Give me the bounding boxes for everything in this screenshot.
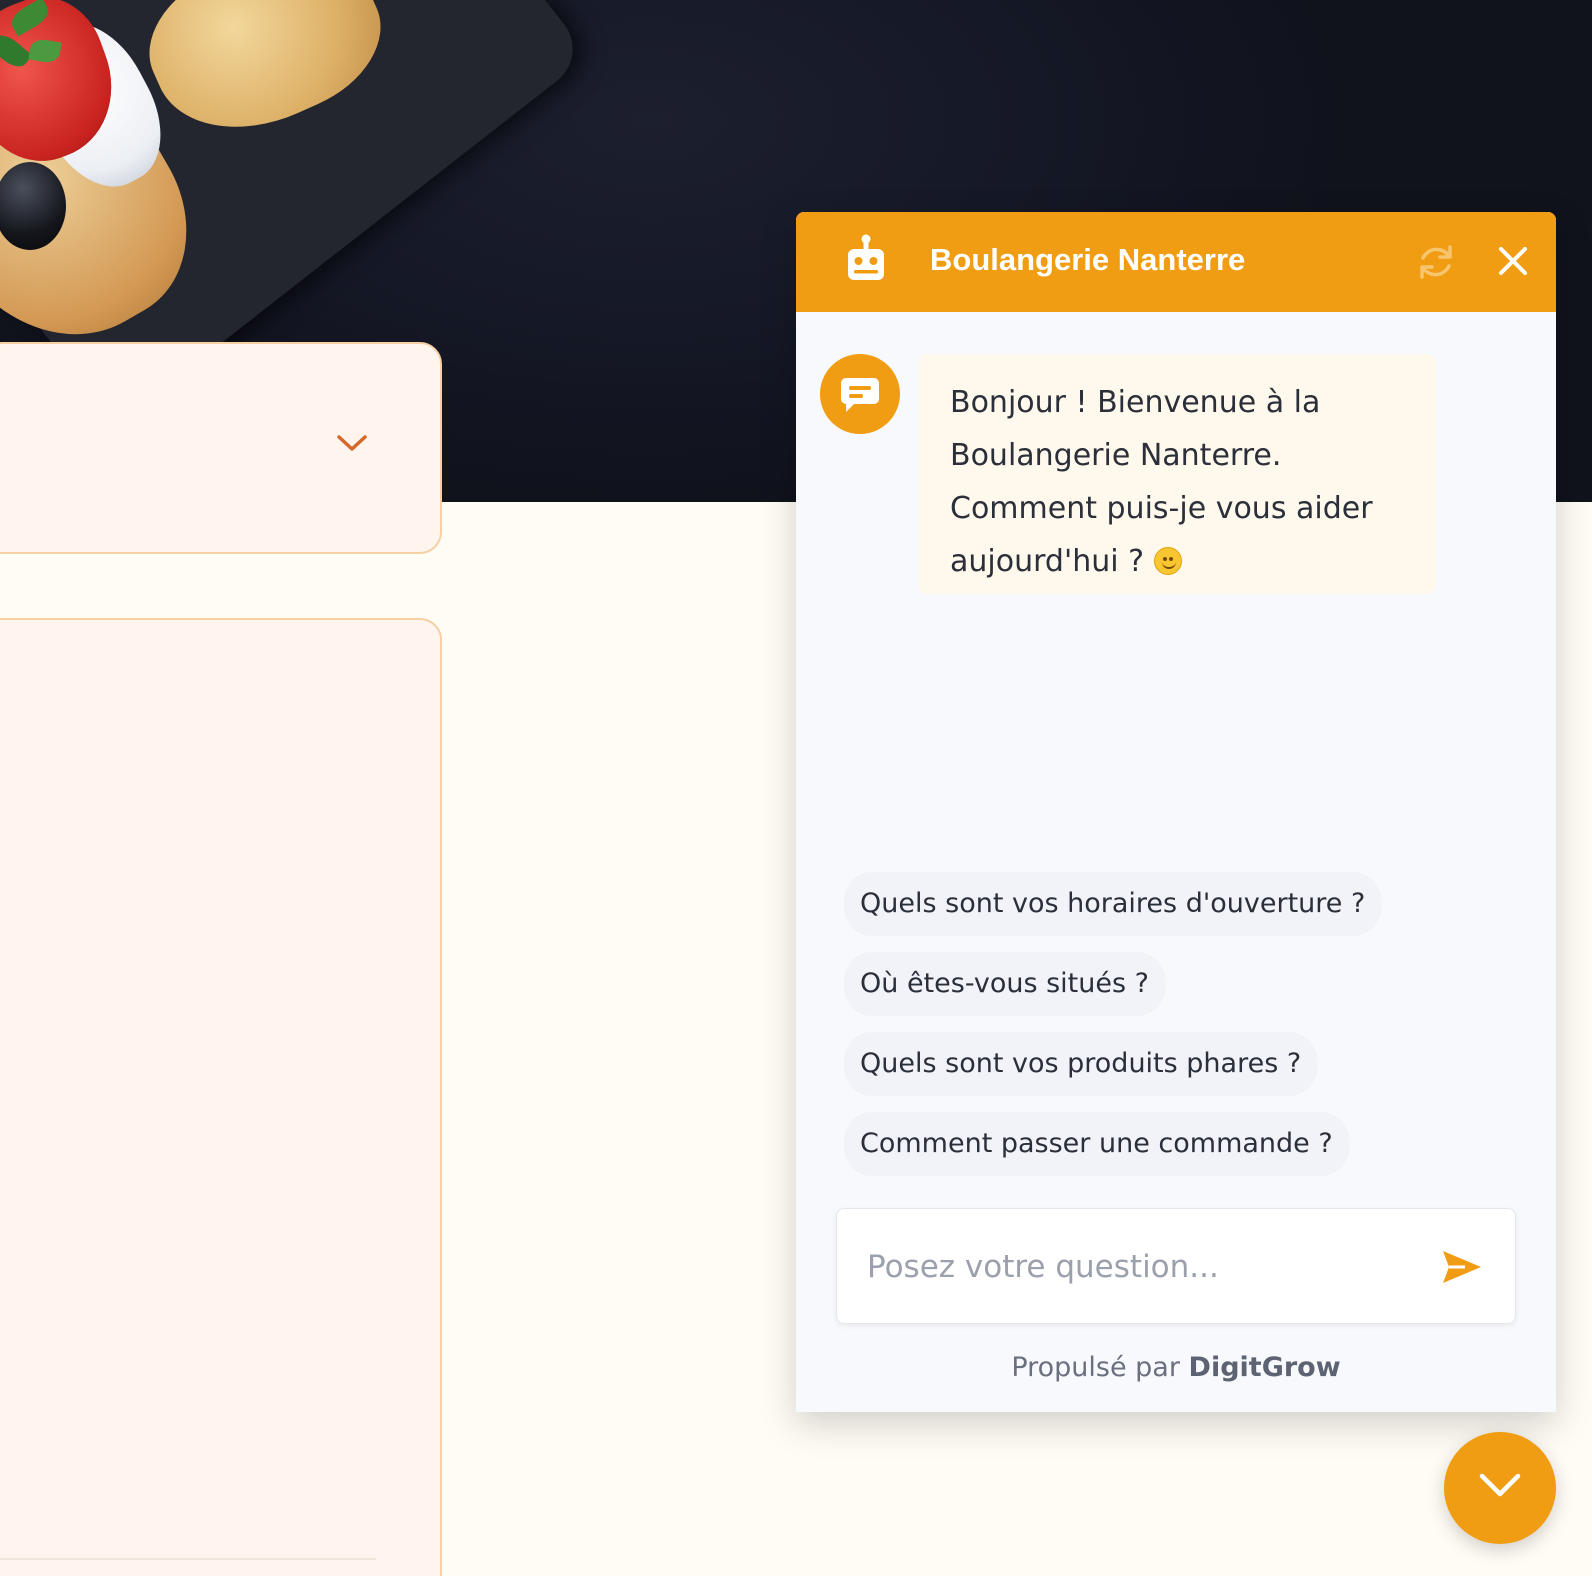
close-icon[interactable]: [1498, 246, 1528, 276]
smiling-face-emoji-icon: [1153, 547, 1182, 575]
chat-title: Boulangerie Nanterre: [930, 242, 1246, 277]
suggestion-chip[interactable]: Quels sont vos produits phares ?: [844, 1032, 1318, 1096]
send-icon[interactable]: [1441, 1247, 1483, 1287]
powered-by: Propulsé par DigitGrow: [796, 1352, 1556, 1383]
suggestion-chip[interactable]: Comment passer une commande ?: [844, 1112, 1349, 1176]
chat-toggle-button[interactable]: [1444, 1432, 1556, 1544]
message-line: Comment puis-je vous aider: [950, 491, 1373, 526]
divider: [0, 1558, 376, 1560]
chat-input-box: [836, 1208, 1516, 1324]
chevron-down-icon[interactable]: [336, 434, 368, 452]
bot-welcome-message: Bonjour ! Bienvenue à la Boulangerie Nan…: [918, 354, 1436, 594]
suggestion-chip[interactable]: Où êtes-vous situés ?: [844, 952, 1165, 1016]
refresh-icon[interactable]: [1416, 242, 1456, 282]
chat-widget: Boulangerie Nanterre Bonjour ! Bienvenue…: [796, 212, 1556, 1412]
powered-by-prefix: Propulsé par: [1011, 1352, 1180, 1383]
message-line: Boulangerie Nanterre.: [950, 438, 1282, 473]
chat-header: Boulangerie Nanterre: [796, 212, 1556, 312]
message-text: aujourd'hui ?: [950, 544, 1145, 579]
content-panel: [0, 618, 442, 1576]
question-input[interactable]: [867, 1239, 1427, 1295]
message-line: Bonjour ! Bienvenue à la: [950, 385, 1321, 420]
accordion-panel[interactable]: [0, 342, 442, 554]
chevron-down-icon: [1479, 1473, 1521, 1497]
bot-avatar: [820, 354, 900, 434]
chat-message-icon: [841, 378, 879, 412]
suggestion-list: Quels sont vos horaires d'ouverture ? Où…: [844, 872, 1382, 1192]
powered-by-brand[interactable]: DigitGrow: [1189, 1352, 1341, 1383]
message-line: aujourd'hui ?: [950, 535, 1404, 588]
robot-icon: [848, 234, 884, 280]
suggestion-chip[interactable]: Quels sont vos horaires d'ouverture ?: [844, 872, 1382, 936]
